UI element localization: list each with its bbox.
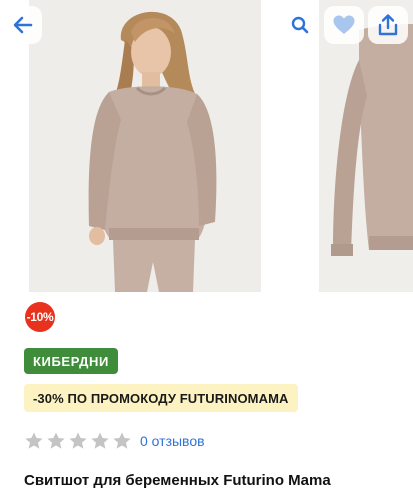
favorite-button[interactable] bbox=[324, 6, 364, 44]
product-gallery[interactable] bbox=[0, 0, 413, 292]
arrow-left-icon bbox=[13, 16, 33, 34]
search-icon bbox=[291, 16, 309, 34]
heart-icon bbox=[333, 15, 355, 34]
star-icon bbox=[91, 432, 109, 449]
share-button[interactable] bbox=[368, 6, 408, 44]
back-button[interactable] bbox=[4, 6, 42, 44]
discount-badge: -10% bbox=[25, 302, 55, 332]
star-icon bbox=[47, 432, 65, 449]
star-icon bbox=[69, 432, 87, 449]
rating-stars bbox=[24, 431, 132, 451]
promo-tag[interactable]: КИБЕРДНИ bbox=[24, 348, 118, 374]
search-button[interactable] bbox=[282, 6, 318, 44]
product-photo-main[interactable] bbox=[29, 0, 261, 292]
reviews-link[interactable]: 0 отзывов bbox=[140, 433, 205, 449]
star-icon bbox=[113, 432, 131, 449]
star-icon bbox=[25, 432, 43, 449]
model-photo-illustration bbox=[29, 0, 261, 292]
rating-row[interactable]: 0 отзывов bbox=[24, 430, 205, 452]
share-icon bbox=[378, 14, 398, 36]
coupon-tag[interactable]: -30% ПО ПРОМОКОДУ FUTURINOMAMA bbox=[24, 384, 298, 412]
product-title: Свитшот для беременных Futurino Mama bbox=[24, 472, 331, 489]
